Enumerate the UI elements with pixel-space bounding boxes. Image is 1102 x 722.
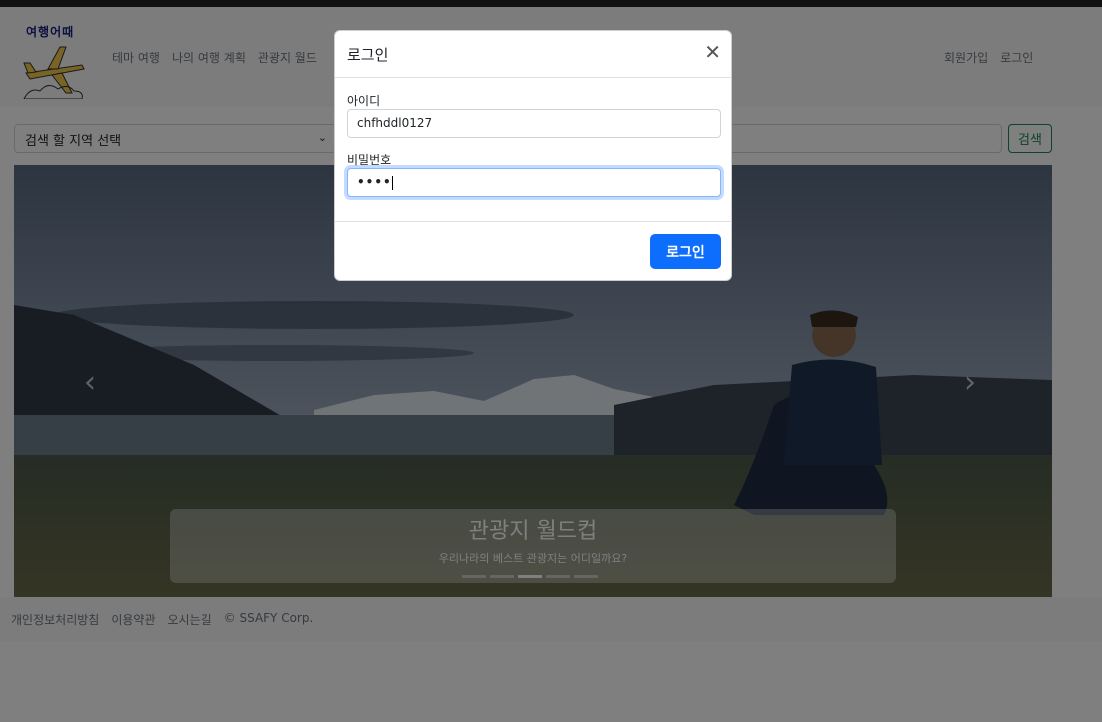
password-field[interactable]: •••• [347, 168, 721, 197]
modal-header: 로그인 ✕ [335, 31, 731, 78]
login-submit-button[interactable]: 로그인 [650, 234, 721, 269]
text-caret [391, 175, 393, 190]
id-label: 아이디 [347, 94, 381, 108]
login-modal: 로그인 ✕ 아이디 chfhddl0127 비밀번호 •••• 로그인 [334, 30, 732, 281]
close-icon[interactable]: ✕ [704, 42, 721, 62]
modal-title: 로그인 [347, 46, 389, 64]
password-label: 비밀번호 [347, 153, 392, 167]
id-field[interactable]: chfhddl0127 [347, 109, 721, 138]
id-field-value: chfhddl0127 [357, 116, 433, 130]
password-field-value: •••• [357, 175, 392, 189]
modal-footer-divider [335, 221, 731, 222]
